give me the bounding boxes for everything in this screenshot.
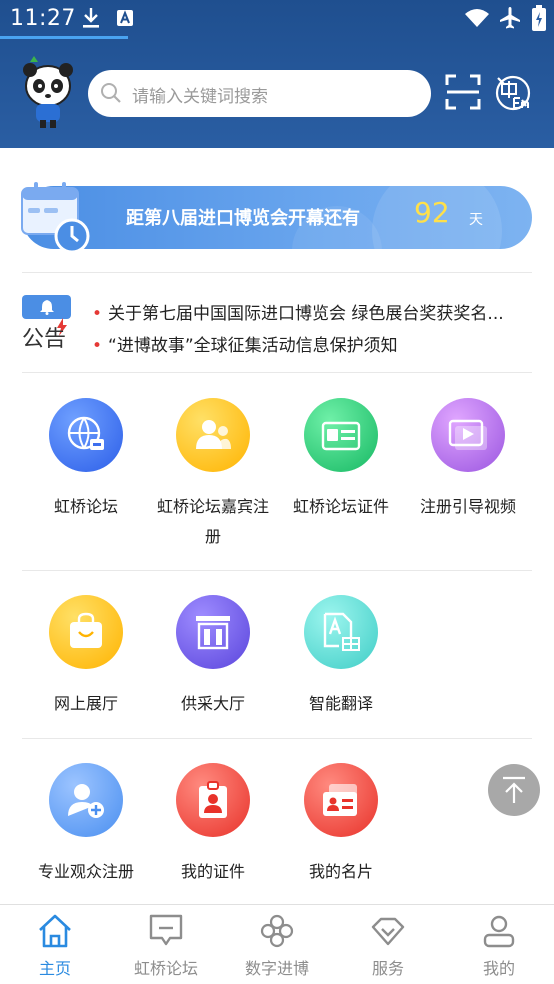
grid-item-procurement-hall[interactable]: 供采大厅 <box>153 595 273 719</box>
countdown-text: 距第八届进口博览会开幕还有 <box>126 208 360 229</box>
tab-label: 主页 <box>38 959 71 978</box>
video-icon <box>448 419 487 450</box>
tab-services[interactable]: 服务 <box>333 913 443 979</box>
divider <box>22 738 532 739</box>
visitor-circle[interactable] <box>49 763 123 837</box>
tab-home[interactable]: 主页 <box>0 913 110 979</box>
airplane-icon <box>500 7 520 29</box>
translate-icon <box>323 612 360 651</box>
bullet-dot: • <box>92 304 103 324</box>
grid-item-label: 虹桥论坛 <box>53 497 118 516</box>
forum-circle[interactable] <box>49 398 123 472</box>
id-card-icon <box>321 421 361 451</box>
exhibition-circle[interactable] <box>49 595 123 669</box>
back-to-top-button[interactable] <box>488 764 540 816</box>
guest-circle[interactable] <box>176 398 250 472</box>
scan-icon[interactable] <box>445 74 481 110</box>
business-card-icon <box>323 784 357 816</box>
calendar-clock-icon <box>21 182 90 254</box>
tab-digital-ciie[interactable]: 数字进博 <box>222 913 332 979</box>
tab-mine[interactable]: 我的 <box>444 913 554 979</box>
grid-item-label: 智能翻译 <box>308 694 373 713</box>
add-user-icon <box>68 784 104 818</box>
grid-item-label: 供采大厅 <box>180 694 245 713</box>
globe-icon <box>67 416 104 450</box>
grid-item-my-credential[interactable]: 我的证件 <box>153 763 273 887</box>
chat-bubble-icon <box>149 914 183 946</box>
tab-hongqiao-forum[interactable]: 虹桥论坛 <box>111 913 221 979</box>
status-bar: 11:27 <box>0 0 554 36</box>
credential-circle[interactable] <box>304 398 378 472</box>
countdown-days: 92 <box>414 196 450 229</box>
notice-item[interactable]: • 关于第七届中国国际进口博览会 绿色展台奖获奖名... <box>92 299 504 324</box>
notice-badge <box>22 295 71 319</box>
notice-item[interactable]: • “进博故事”全球征集活动信息保护须知 <box>92 331 398 356</box>
search-bar[interactable]: 请输入关键词搜索 <box>88 70 431 117</box>
grid-item-label: 注册引导视频 <box>419 497 516 516</box>
notice-label: 公告 <box>22 327 67 352</box>
panda-mascot-logo <box>23 56 73 128</box>
tab-label: 我的 <box>482 959 515 978</box>
grid-item-hongqiao-forum[interactable]: 虹桥论坛 <box>26 398 146 522</box>
grid-item-smart-translation[interactable]: 智能翻译 <box>281 595 401 719</box>
app-store-icon <box>117 10 133 26</box>
countdown-banner[interactable]: 距第八届进口博览会开幕还有 92 天 <box>22 186 532 249</box>
bullet-dot: • <box>92 336 103 356</box>
grid-item-label: 网上展厅 <box>53 694 118 713</box>
my-credential-circle[interactable] <box>176 763 250 837</box>
flower-icon <box>260 914 294 948</box>
grid-item-label: 我的名片 <box>308 862 373 881</box>
wifi-icon <box>465 9 489 27</box>
grid-item-registration-guide-video[interactable]: 注册引导视频 <box>408 398 528 522</box>
app-header: 11:27 请输入关键词搜索 <box>0 0 554 148</box>
grid-item-forum-credential[interactable]: 虹桥论坛证件 <box>281 398 401 522</box>
grid-item-online-exhibition[interactable]: 网上展厅 <box>26 595 146 719</box>
tab-label: 虹桥论坛 <box>133 959 198 978</box>
hall-building-icon <box>196 616 230 650</box>
diamond-icon <box>371 917 405 946</box>
grid-item-forum-guest-registration[interactable]: 虹桥论坛嘉宾注册 <box>153 398 273 552</box>
shopping-bag-icon <box>70 612 102 648</box>
grid-item-my-business-card[interactable]: 我的名片 <box>281 763 401 887</box>
language-switch-icon[interactable] <box>494 72 532 112</box>
translation-circle[interactable] <box>304 595 378 669</box>
divider <box>22 272 532 273</box>
arrow-up-icon <box>503 776 525 803</box>
countdown-unit: 天 <box>469 212 483 228</box>
battery-icon <box>532 5 546 31</box>
divider <box>22 570 532 571</box>
loading-progress-bar <box>0 36 128 39</box>
grid-item-label: 专业观众注册 <box>37 862 134 881</box>
download-icon <box>83 8 99 28</box>
procurement-circle[interactable] <box>176 595 250 669</box>
business-card-circle[interactable] <box>304 763 378 837</box>
badge-icon <box>199 781 227 818</box>
user-icon <box>483 915 515 948</box>
divider <box>22 372 532 373</box>
video-circle[interactable] <box>431 398 505 472</box>
search-icon <box>101 83 121 103</box>
grid-item-label: 虹桥论坛证件 <box>292 497 389 516</box>
bottom-tab-bar: 主页 虹桥论坛 数字进博 服务 我的 <box>0 904 554 984</box>
search-placeholder[interactable]: 请输入关键词搜索 <box>132 82 268 107</box>
grid-item-label: 虹桥论坛嘉宾注册 <box>156 497 269 546</box>
grid-item-label: 我的证件 <box>180 862 245 881</box>
guest-user-icon <box>196 420 231 449</box>
status-time: 11:27 <box>10 6 76 31</box>
tab-label: 服务 <box>371 959 404 978</box>
bell-icon <box>40 300 54 315</box>
home-icon <box>39 914 71 948</box>
grid-item-professional-visitor-registration[interactable]: 专业观众注册 <box>26 763 146 887</box>
tab-label: 数字进博 <box>244 959 309 978</box>
